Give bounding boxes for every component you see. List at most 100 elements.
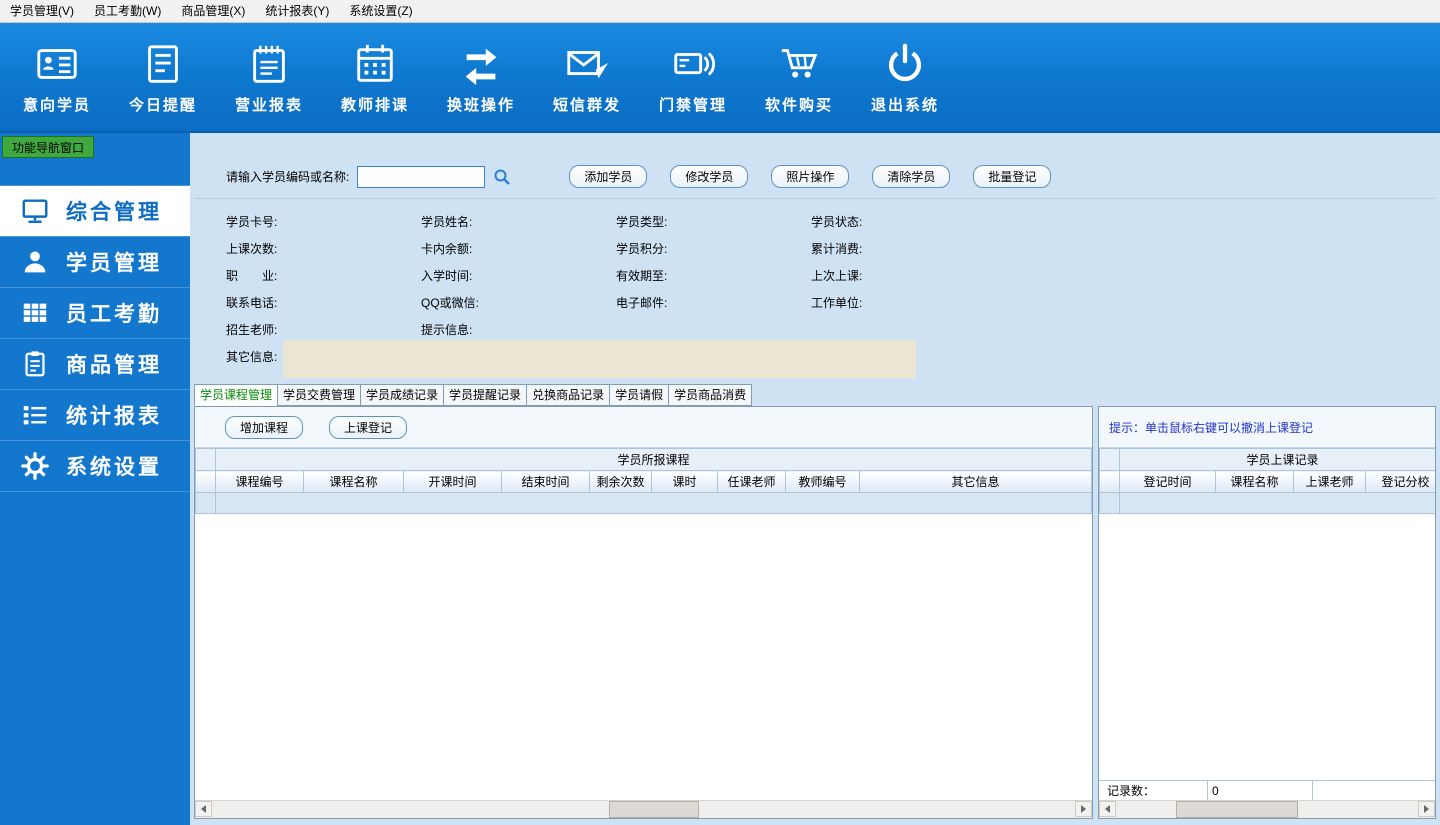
col-register-time[interactable]: 登记时间 — [1119, 470, 1216, 493]
menu-student-mgmt[interactable]: 学员管理(V) — [0, 0, 84, 22]
tab-leave[interactable]: 学员请假 — [609, 384, 670, 406]
field-label-remind-info: 提示信息: — [421, 323, 473, 337]
row-selector-cell[interactable] — [1099, 492, 1120, 514]
menu-system-settings[interactable]: 系统设置(Z) — [339, 0, 422, 22]
menu-report-stats[interactable]: 统计报表(Y) — [255, 0, 339, 22]
sidebar-item-label: 员工考勤 — [66, 303, 162, 326]
col-course-name[interactable]: 课程名称 — [1215, 470, 1294, 493]
search-input[interactable] — [357, 165, 486, 188]
tab-course-mgmt[interactable]: 学员课程管理 — [194, 384, 279, 406]
sidebar-item-settings[interactable]: 系统设置 — [0, 441, 190, 492]
toolbar-teacher-schedule[interactable]: 教师排课 — [322, 30, 428, 126]
sidebar-item-label: 统计报表 — [66, 405, 162, 428]
field-label-qq-wechat: QQ或微信: — [421, 296, 480, 310]
row-selector-header — [195, 448, 216, 471]
clear-student-button[interactable]: 清除学员 — [872, 165, 951, 188]
toolbar-today-reminders[interactable]: 今日提醒 — [110, 30, 216, 126]
menu-bar: 学员管理(V) 员工考勤(W) 商品管理(X) 统计报表(Y) 系统设置(Z) — [0, 0, 1440, 23]
other-info-row: 其它信息: — [194, 340, 1436, 378]
report-list-icon — [20, 400, 50, 430]
courses-hscrollbar[interactable] — [195, 800, 1092, 818]
col-register-branch[interactable]: 登记分校 — [1364, 470, 1435, 493]
sidebar-item-students[interactable]: 学员管理 — [0, 237, 190, 288]
toolbar-sms-broadcast[interactable]: 短信群发 — [534, 30, 640, 126]
row-selector-cell[interactable] — [195, 492, 216, 514]
other-info-label: 其它信息: — [226, 350, 278, 364]
add-course-button[interactable]: 增加课程 — [225, 415, 304, 439]
tab-payment-mgmt[interactable]: 学员交费管理 — [277, 384, 362, 406]
toolbar-label: 营业报表 — [234, 97, 303, 114]
search-label: 请输入学员编码或名称: — [226, 170, 350, 184]
scroll-thumb[interactable] — [608, 801, 699, 818]
records-hscrollbar[interactable] — [1099, 800, 1435, 818]
menu-product-mgmt[interactable]: 商品管理(X) — [171, 0, 255, 22]
table-row[interactable] — [1099, 492, 1435, 514]
toolbar-class-swap[interactable]: 换班操作 — [428, 30, 534, 126]
col-end-time[interactable]: 结束时间 — [501, 470, 590, 493]
nav-window-tab[interactable]: 功能导航窗口 — [2, 136, 94, 158]
class-register-button[interactable]: 上课登记 — [329, 415, 408, 439]
power-icon — [882, 41, 928, 87]
toolbar-label: 今日提醒 — [128, 97, 197, 114]
tab-score-records[interactable]: 学员成绩记录 — [360, 384, 445, 406]
toolbar-software-purchase[interactable]: 软件购买 — [746, 30, 852, 126]
search-row: 请输入学员编码或名称: 添加学员 修改学员 照片操作 清除学员 批量登记 — [194, 165, 1436, 199]
col-teacher[interactable]: 任课老师 — [717, 470, 786, 493]
toolbar-exit-system[interactable]: 退出系统 — [852, 30, 958, 126]
class-records-table: 学员上课记录 登记时间 课程名称 上课老师 登记分校 — [1099, 448, 1435, 514]
scroll-track[interactable] — [212, 801, 1075, 818]
field-label-points: 学员积分: — [616, 242, 668, 256]
field-label-employer: 工作单位: — [811, 296, 863, 310]
scroll-left-icon[interactable] — [1099, 801, 1116, 817]
batch-register-button[interactable]: 批量登记 — [973, 165, 1052, 188]
col-remaining[interactable]: 剩余次数 — [589, 470, 652, 493]
modify-student-button[interactable]: 修改学员 — [670, 165, 749, 188]
field-label-occupation: 职 业: — [226, 269, 278, 283]
toolbar-business-report[interactable]: 营业报表 — [216, 30, 322, 126]
field-label-email: 电子邮件: — [616, 296, 668, 310]
field-label-last-class: 上次上课: — [811, 269, 863, 283]
monitor-icon — [20, 196, 50, 226]
col-course-id[interactable]: 课程编号 — [215, 470, 304, 493]
toolbar-intent-students[interactable]: 意向学员 — [4, 30, 110, 126]
col-other-info[interactable]: 其它信息 — [859, 470, 1092, 493]
tab-product-consumption[interactable]: 学员商品消费 — [668, 384, 753, 406]
col-class-teacher[interactable]: 上课老师 — [1293, 470, 1366, 493]
tab-reminder-records[interactable]: 学员提醒记录 — [443, 384, 528, 406]
toolbar-access-control[interactable]: 门禁管理 — [640, 30, 746, 126]
toolbar-label: 短信群发 — [552, 97, 621, 114]
record-count-row: 记录数： 0 — [1099, 780, 1435, 800]
add-student-button[interactable]: 添加学员 — [569, 165, 648, 188]
sidebar: 功能导航窗口 综合管理 学员管理 员工考勤 商品管理 统计报表 系统设置 — [0, 133, 190, 825]
swap-arrows-icon — [458, 41, 504, 87]
col-class-hours[interactable]: 课时 — [651, 470, 718, 493]
scroll-right-icon[interactable] — [1418, 801, 1435, 817]
sidebar-item-attendance[interactable]: 员工考勤 — [0, 288, 190, 339]
scroll-track[interactable] — [1116, 801, 1418, 818]
report-pad-icon — [246, 41, 292, 87]
tab-redeem-records[interactable]: 兑换商品记录 — [526, 384, 611, 406]
photo-action-button[interactable]: 照片操作 — [771, 165, 850, 188]
menu-staff-attendance[interactable]: 员工考勤(W) — [84, 0, 171, 22]
scroll-left-icon[interactable] — [195, 801, 212, 817]
sidebar-item-products[interactable]: 商品管理 — [0, 339, 190, 390]
records-table-body — [1099, 514, 1435, 780]
scroll-thumb[interactable] — [1176, 801, 1299, 818]
id-card-icon — [34, 41, 80, 87]
field-label-valid-until: 有效期至: — [616, 269, 668, 283]
other-info-box[interactable] — [283, 340, 917, 378]
col-course-name[interactable]: 课程名称 — [303, 470, 404, 493]
col-teacher-id[interactable]: 教师编号 — [785, 470, 860, 493]
sidebar-item-general[interactable]: 综合管理 — [0, 185, 190, 237]
field-label-name: 学员姓名: — [421, 215, 473, 229]
sidebar-item-label: 商品管理 — [66, 354, 162, 377]
table-row[interactable] — [195, 492, 1092, 514]
field-label-type: 学员类型: — [616, 215, 668, 229]
sidebar-item-reports[interactable]: 统计报表 — [0, 390, 190, 441]
detail-tabs: 学员课程管理 学员交费管理 学员成绩记录 学员提醒记录 兑换商品记录 学员请假 … — [194, 384, 1436, 406]
col-start-time[interactable]: 开课时间 — [403, 470, 502, 493]
scroll-right-icon[interactable] — [1075, 801, 1092, 817]
row-selector-header — [195, 470, 216, 493]
sidebar-item-label: 系统设置 — [66, 456, 162, 479]
magnifier-icon[interactable] — [493, 168, 511, 186]
